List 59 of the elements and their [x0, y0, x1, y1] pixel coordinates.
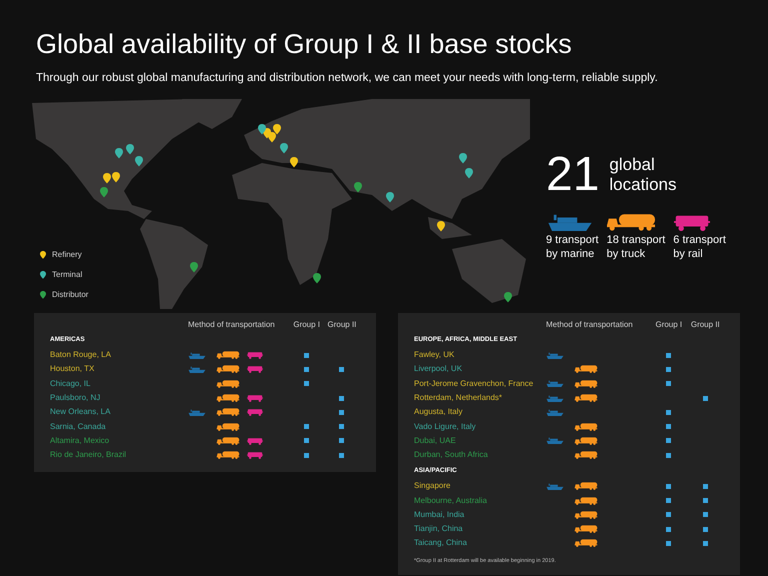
location-name: New Orleans, LA	[50, 406, 112, 418]
count-label: locations	[609, 175, 676, 196]
pin-icon	[100, 187, 108, 198]
pin-icon	[459, 153, 467, 164]
column-header: Group I	[292, 319, 322, 332]
transport-stat: 9 transport	[546, 233, 599, 248]
tanker-truck-icon	[606, 213, 655, 232]
pin-icon	[465, 168, 473, 179]
ship-icon	[546, 213, 594, 232]
pin-icon	[280, 143, 288, 154]
location-name: Durban, South Africa	[414, 449, 489, 462]
location-name: Fawley, UK	[414, 349, 456, 362]
location-name: Chicago, IL	[50, 378, 92, 390]
location-name: Liverpool, UK	[414, 363, 464, 376]
count-label: global	[609, 155, 656, 176]
pin-icon	[40, 291, 46, 300]
location-count: 21	[546, 151, 600, 200]
location-name: Vado Ligure, Italy	[414, 420, 477, 433]
page-title: Global availability of Group I & II base stocks	[36, 28, 573, 61]
location-name: Taicang, China	[414, 537, 468, 550]
column-header: Group II	[326, 319, 358, 332]
transport-stat: by rail	[673, 247, 704, 262]
location-name: Rio de Janeiro, Brazil	[50, 449, 128, 462]
railcar-icon	[673, 213, 712, 232]
location-name: Augusta, Italy	[414, 406, 464, 418]
location-name: Dubai, UAE	[414, 434, 457, 447]
transport-stat: by truck	[606, 247, 646, 262]
pin-icon	[313, 273, 321, 284]
location-name: Rotterdam, Netherlands*	[414, 392, 504, 404]
pin-icon	[354, 182, 362, 193]
legend-label: Distributor	[52, 289, 88, 302]
location-name: Paulsboro, NJ	[50, 392, 102, 404]
column-header: Method of transportation	[546, 319, 634, 332]
location-name: Melbourne, Australia	[414, 494, 488, 507]
legend-label: Refinery	[52, 249, 82, 262]
transport-stat: 6 transport	[673, 233, 726, 248]
transport-stat: 18 transport	[606, 233, 666, 248]
location-name: Tianjin, China	[414, 523, 464, 536]
transport-stat: by marine	[546, 247, 596, 262]
pin-icon	[115, 148, 123, 159]
location-name: Singapore	[414, 480, 452, 492]
location-name: Sarnia, Canada	[50, 420, 107, 433]
page-subtitle: Through our robust global manufacturing and distribution network, we can meet your needs with long-term, reliable supply.	[36, 71, 659, 86]
column-header: Group II	[690, 319, 721, 332]
pin-icon	[40, 251, 46, 260]
pin-icon	[437, 221, 445, 232]
pin-icon	[386, 192, 394, 203]
column-header: Group I	[654, 319, 684, 332]
location-name: Baton Rouge, LA	[50, 349, 112, 362]
pin-icon	[290, 157, 298, 168]
column-header: Method of transportation	[188, 319, 276, 332]
location-name: Mumbai, India	[414, 508, 466, 521]
pin-icon	[190, 262, 198, 273]
pin-icon	[40, 271, 46, 280]
pin-icon	[504, 292, 512, 303]
location-name: Houston, TX	[50, 363, 96, 376]
legend-label: Terminal	[52, 269, 82, 282]
location-name: Altamira, Mexico	[50, 434, 110, 447]
location-name: Port-Jerome Gravenchon, France	[414, 378, 534, 390]
